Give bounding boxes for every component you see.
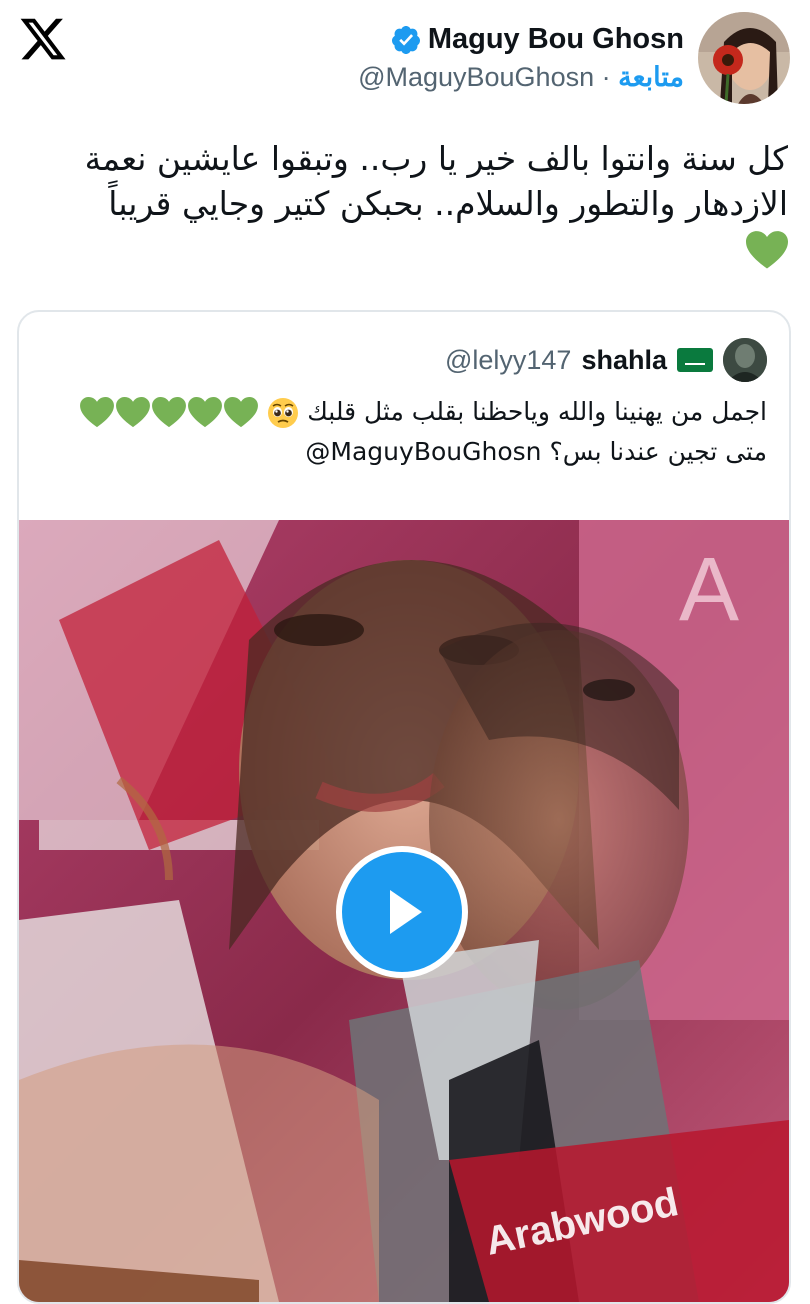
quoted-text-part1: اجمل من يهنينا والله وياحظنا بقلب مثل قل… [307, 397, 767, 426]
play-button[interactable] [336, 846, 468, 978]
quoted-display-name[interactable]: shahla [581, 345, 667, 376]
quoted-avatar[interactable] [723, 338, 767, 382]
green-heart-icon [188, 397, 223, 428]
green-heart-icon [224, 397, 259, 428]
saudi-flag-icon [677, 348, 713, 372]
x-logo-icon[interactable] [18, 14, 68, 64]
quoted-mention[interactable]: @MaguyBouGhosn [305, 437, 541, 466]
author-handle[interactable]: @MaguyBouGhosn [358, 62, 594, 92]
author-avatar[interactable] [698, 12, 790, 104]
backdrop-letter: A [679, 540, 739, 640]
pleading-face-icon [268, 398, 299, 428]
green-heart-icon [152, 397, 187, 428]
quoted-tweet-card[interactable]: @lelyy147 shahla اجمل من يهنينا والله وي… [17, 310, 791, 1304]
quoted-handle[interactable]: @lelyy147 [445, 345, 571, 376]
quoted-text-part2: متى تجين عندنا بس؟ [549, 437, 767, 466]
tweet-text: كل سنة وانتوا بالف خير يا رب.. وتبقوا عا… [18, 136, 788, 271]
separator-dot: · [601, 62, 611, 92]
green-heart-icon [746, 230, 788, 268]
video-media[interactable]: A Arabwood [19, 520, 789, 1302]
author-display-name[interactable]: Maguy Bou Ghosn [428, 23, 684, 56]
quoted-avatar-image [723, 338, 767, 382]
tweet-body: كل سنة وانتوا بالف خير يا رب.. وتبقوا عا… [84, 139, 788, 223]
tweet-author[interactable]: Maguy Bou Ghosn @MaguyBouGhosn · متابعة [358, 12, 790, 104]
quoted-author[interactable]: @lelyy147 shahla [445, 338, 767, 382]
green-heart-icon [80, 397, 115, 428]
quoted-text: اجمل من يهنينا والله وياحظنا بقلب مثل قل… [37, 392, 767, 472]
verified-badge-icon [391, 25, 420, 54]
follow-button[interactable]: متابعة [618, 62, 684, 92]
play-icon [390, 890, 422, 934]
author-handle-row: @MaguyBouGhosn · متابعة [358, 62, 684, 93]
green-heart-icon [116, 397, 151, 428]
avatar-image [698, 12, 790, 104]
